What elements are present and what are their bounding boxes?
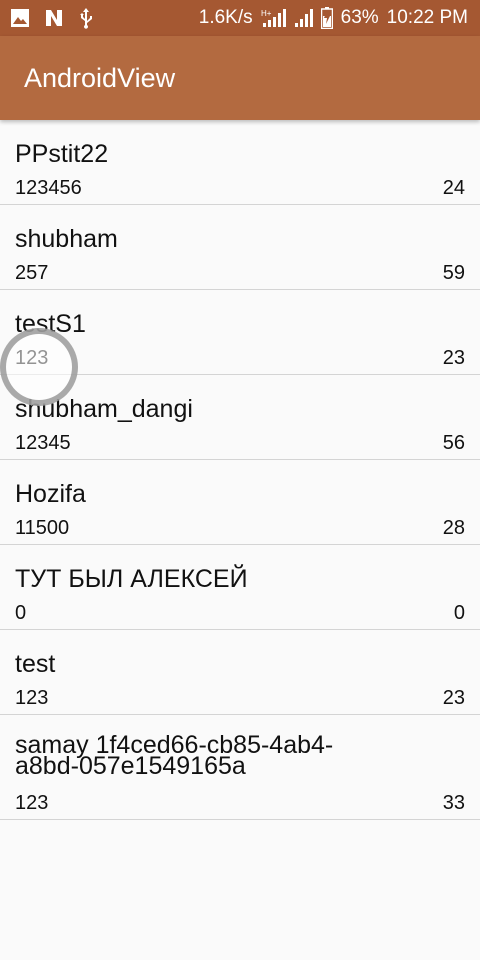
item-subtext: 123456: [15, 177, 82, 199]
item-name: test: [15, 650, 56, 678]
item-name: testS1: [15, 310, 86, 338]
item-subtext: 123: [15, 687, 49, 709]
item-value: 59: [442, 262, 465, 284]
item-name: PPstit22: [15, 140, 109, 168]
list-item[interactable]: test 123 23: [0, 630, 480, 715]
battery-percent: 63%: [340, 7, 379, 28]
item-subtext: 0: [15, 602, 27, 624]
app-toolbar: AndroidView: [0, 36, 480, 120]
item-name: shubham: [15, 225, 118, 253]
item-subtext: 257: [15, 262, 49, 284]
user-list[interactable]: PPstit22 123456 24 shubham 257 59 testS1…: [0, 120, 480, 820]
item-name: shubham_dangi: [15, 395, 193, 423]
item-name: ТУТ БЫЛ АЛЕКСЕЙ: [15, 565, 248, 593]
item-subtext: 11500: [15, 517, 70, 539]
signal-icon: [294, 8, 313, 28]
item-value: 23: [442, 347, 465, 369]
item-subtext: 123: [15, 347, 49, 369]
svg-text:H+: H+: [261, 9, 272, 18]
list-item[interactable]: shubham_dangi 12345 56: [0, 375, 480, 460]
list-item[interactable]: testS1 123 23: [0, 290, 480, 375]
net-speed: 1.6K/s: [198, 7, 253, 28]
item-value: 23: [442, 687, 465, 709]
list-item[interactable]: samay 1f4ced66-cb85-4ab4-a8bd-057e154916…: [0, 715, 480, 820]
page-title: AndroidView: [24, 62, 176, 93]
list-item[interactable]: Hozifa 11500 28: [0, 460, 480, 545]
image-icon: [10, 8, 30, 28]
item-value: 33: [442, 792, 465, 814]
list-item[interactable]: shubham 257 59: [0, 205, 480, 290]
battery-icon: [320, 7, 333, 29]
hplus-signal-icon: H+: [261, 8, 287, 28]
usb-icon: [78, 7, 94, 29]
list-item[interactable]: PPstit22 123456 24: [0, 120, 480, 205]
list-item[interactable]: ТУТ БЫЛ АЛЕКСЕЙ 0 0: [0, 545, 480, 630]
item-subtext: 12345: [15, 432, 71, 454]
item-value: 0: [453, 602, 465, 624]
item-name: samay 1f4ced66-cb85-4ab4-a8bd-057e154916…: [15, 731, 334, 780]
item-value: 24: [442, 177, 465, 199]
status-bar: 1.6K/s H+ 63% 10:22 PM: [0, 0, 480, 36]
item-subtext: 123: [15, 792, 49, 814]
item-name: Hozifa: [15, 480, 86, 508]
n-app-icon: [44, 8, 64, 28]
clock: 10:22 PM: [386, 7, 468, 28]
item-value: 28: [442, 517, 465, 539]
item-value: 56: [442, 432, 465, 454]
